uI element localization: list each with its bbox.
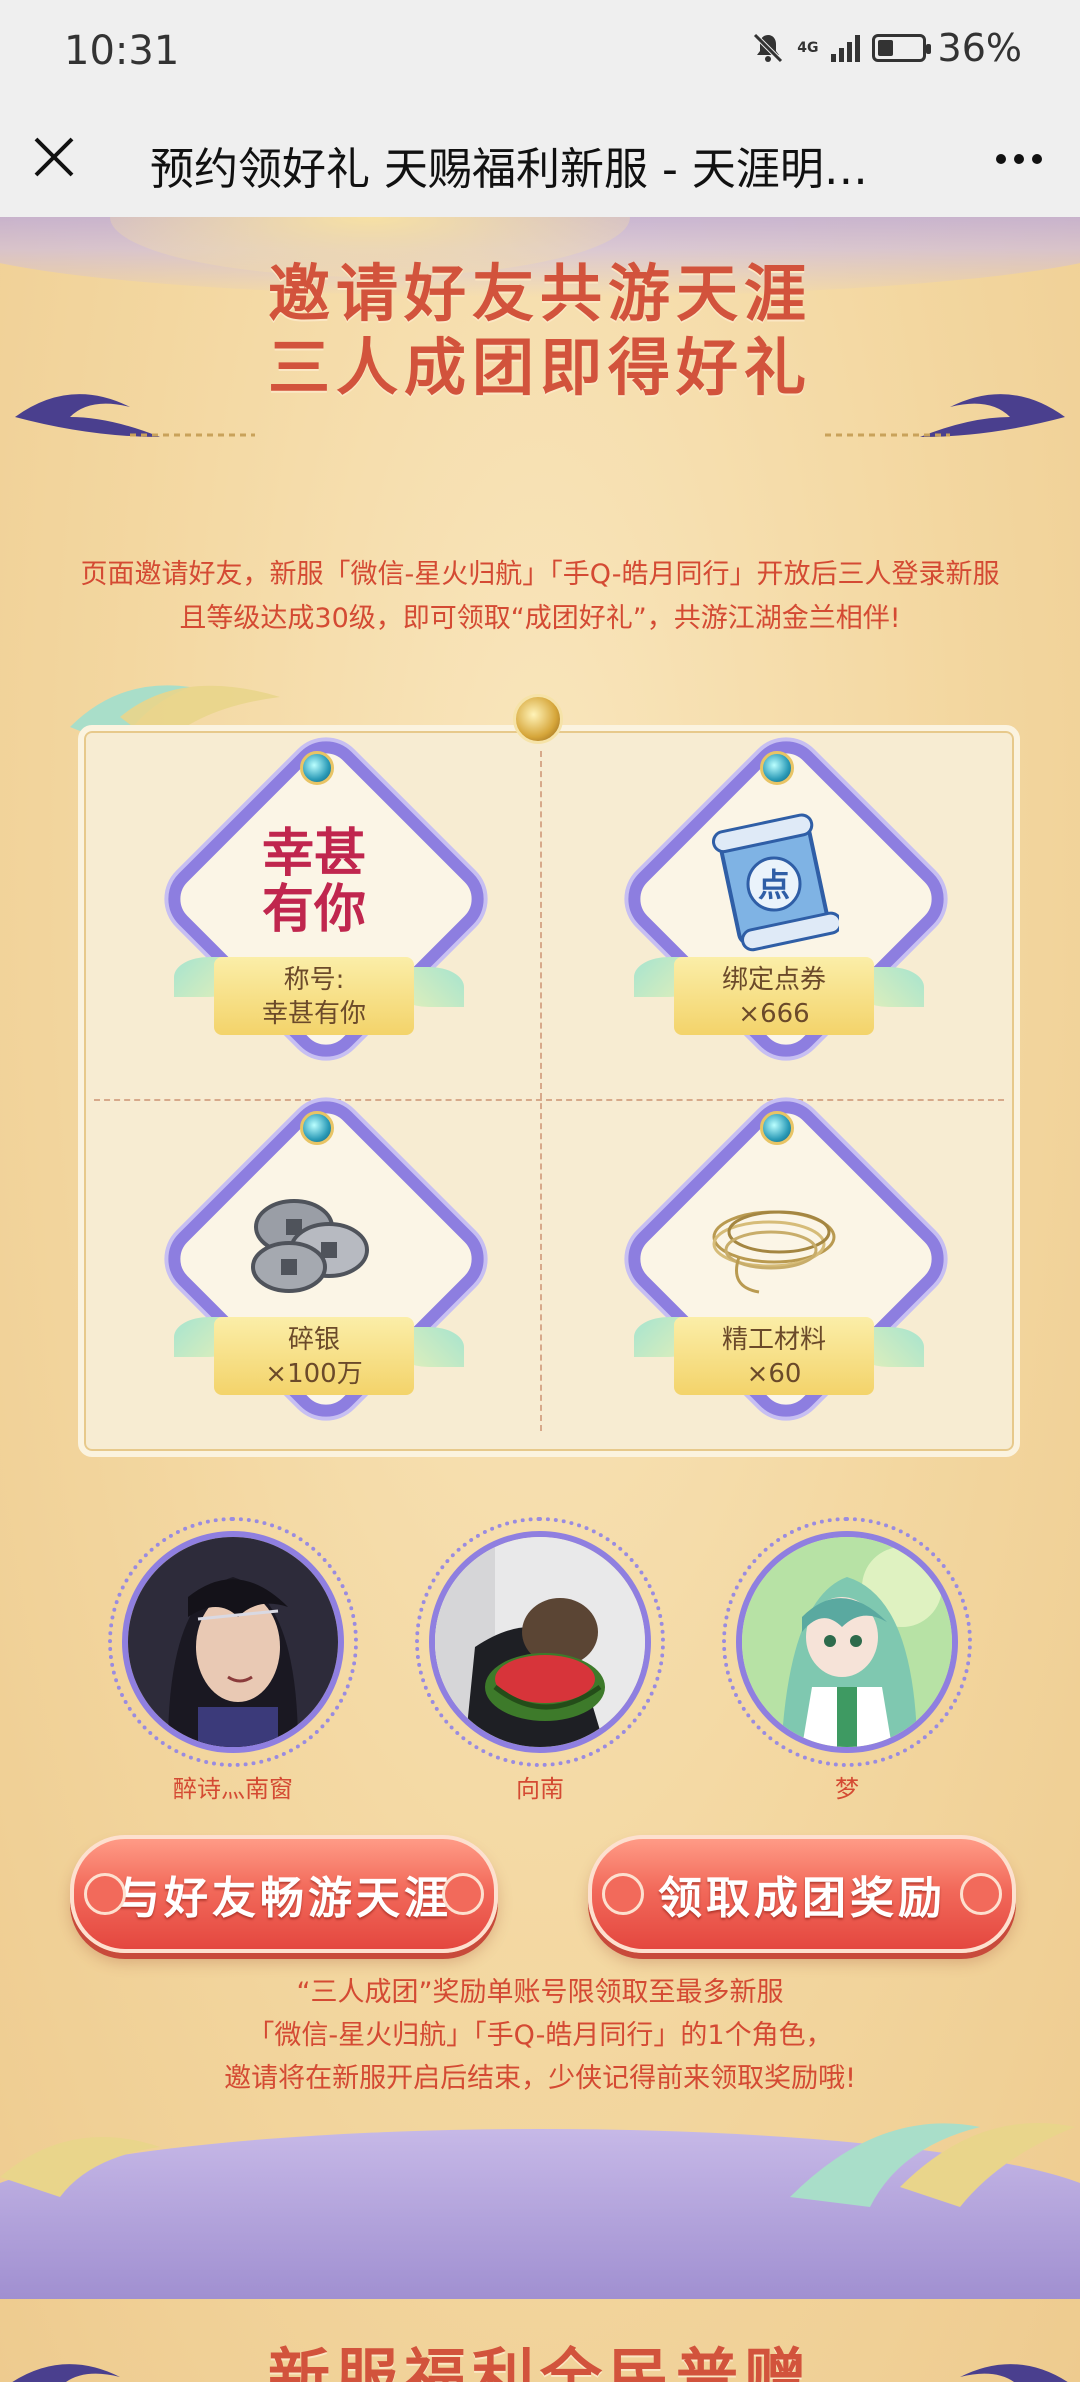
- male-character-avatar: [122, 1531, 344, 1753]
- team-member-1[interactable]: 醉诗灬南窗: [108, 1517, 358, 1804]
- green-hair-girl-avatar: [736, 1531, 958, 1753]
- signal-icon: [830, 34, 860, 62]
- claim-reward-label: 领取成团奖励: [658, 1873, 946, 1924]
- knot-icon: [84, 1873, 126, 1915]
- page-title: 预约领好礼 天赐福利新服 - 天涯明…: [150, 144, 868, 195]
- mute-bell-icon: [753, 33, 784, 63]
- panel-divider-vertical: [540, 751, 542, 1431]
- reward-label: 称号: 幸甚有你: [214, 957, 414, 1035]
- avatar-ring: [722, 1517, 972, 1767]
- invite-friends-button[interactable]: 与好友畅游天涯: [70, 1835, 498, 1953]
- panel-divider-horizontal: [94, 1099, 1004, 1101]
- reward-detail: ×60: [746, 1359, 802, 1389]
- rule-note-line1: “三人成团”奖励单账号限领取至最多新服: [296, 1977, 784, 2008]
- status-icons: 4G 36%: [751, 26, 1022, 70]
- reward-item-material: 精工材料 ×60: [613, 1086, 959, 1432]
- gem-icon: [300, 751, 334, 785]
- knot-icon: [602, 1873, 644, 1915]
- reward-label: 绑定点券 ×666: [674, 957, 874, 1035]
- silver-coins-icon: [234, 1167, 394, 1317]
- leaf-decoration: [790, 2123, 1075, 2207]
- team-member-name: 向南: [516, 1775, 564, 1803]
- knot-icon: [960, 1873, 1002, 1915]
- reward-name: 绑定点券: [721, 965, 826, 995]
- rule-note-line3: 邀请将在新服开启后结束，少侠记得前来领取奖励哦!: [224, 2063, 856, 2094]
- reward-detail: ×666: [738, 999, 810, 1029]
- reward-label: 精工材料 ×60: [674, 1317, 874, 1395]
- knot-icon: [442, 1873, 484, 1915]
- avatar-ring: [108, 1517, 358, 1767]
- rewards-panel: 幸甚有你 称号: 幸甚有你 点 绑定点券 ×666 碎银 ×100万 精工材料 …: [78, 725, 1020, 1457]
- team-member-3[interactable]: 梦: [722, 1517, 972, 1804]
- reward-label: 碎银 ×100万: [214, 1317, 414, 1395]
- network-type: 4G: [797, 40, 819, 56]
- team-member-2[interactable]: 向南: [415, 1517, 665, 1804]
- team-member-name: 梦: [835, 1775, 859, 1803]
- photo-watermelon-avatar: [429, 1531, 651, 1753]
- reward-name: 精工材料: [721, 1325, 826, 1355]
- calligraphy-title-icon: 幸甚有你: [234, 807, 394, 957]
- close-icon[interactable]: [30, 133, 78, 181]
- panel-gem-icon: [513, 694, 563, 744]
- avatar-ring: [415, 1517, 665, 1767]
- reward-name: 碎银: [287, 1325, 340, 1355]
- leaf-decoration: [0, 2137, 160, 2197]
- reward-detail: ×100万: [265, 1359, 363, 1389]
- reward-item-title: 幸甚有你 称号: 幸甚有你: [153, 726, 499, 1072]
- rule-note-line2: 「微信-星火归航」「手Q-皓月同行」的1个角色，: [247, 2020, 833, 2051]
- more-icon[interactable]: [992, 141, 1046, 177]
- invite-friends-label: 与好友畅游天涯: [116, 1873, 452, 1924]
- event-page[interactable]: 邀请好友共游天涯 三人成团即得好礼 页面邀请好友，新服「微信-星火归航」「手Q-…: [0, 217, 1080, 2382]
- title-calligraphy-text: 幸甚有你: [261, 823, 366, 940]
- left-wing-decoration: [12, 2364, 120, 2382]
- battery-icon: [871, 34, 931, 62]
- scroll-voucher-icon: 点: [694, 807, 854, 957]
- team-member-name: 醉诗灬南窗: [173, 1775, 293, 1803]
- battery-percent: 36%: [937, 26, 1022, 70]
- voucher-glyph: 点: [758, 866, 790, 904]
- claim-reward-button[interactable]: 领取成团奖励: [588, 1835, 1016, 1953]
- reward-name: 称号:: [283, 965, 345, 995]
- gem-icon: [300, 1111, 334, 1145]
- reward-detail: 幸甚有你: [261, 999, 366, 1029]
- invite-description-line2: 且等级达成30级，即可领取“成团好礼”，共游江湖金兰相伴!: [179, 603, 901, 634]
- gem-icon: [760, 751, 794, 785]
- golden-thread-icon: [694, 1167, 854, 1317]
- status-bar: 10:31 4G 36%: [0, 0, 1080, 105]
- reward-item-voucher: 点 绑定点券 ×666: [613, 726, 959, 1072]
- invite-description-line1: 页面邀请好友，新服「微信-星火归航」「手Q-皓月同行」开放后三人登录新服: [80, 559, 1000, 590]
- invite-heading-line2: 三人成团即得好礼: [267, 331, 812, 404]
- gem-icon: [760, 1111, 794, 1145]
- reward-item-silver: 碎银 ×100万: [153, 1086, 499, 1432]
- right-wing-decoration: [960, 2364, 1068, 2382]
- status-time: 10:31: [64, 28, 180, 74]
- title-bar: 预约领好礼 天赐福利新服 - 天涯明…: [0, 105, 1080, 218]
